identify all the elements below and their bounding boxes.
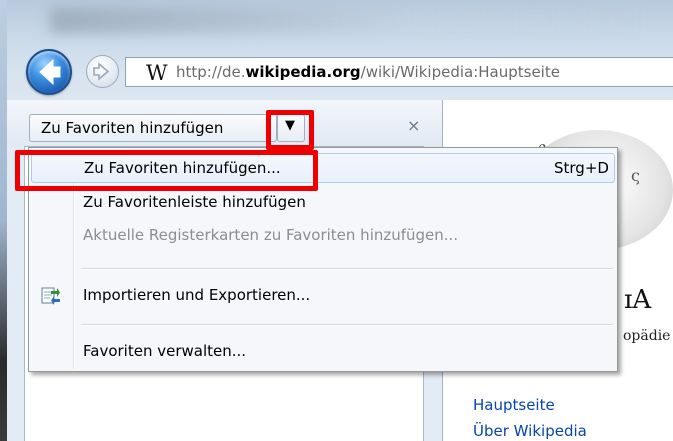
add-to-favorites-label: Zu Favoriten hinzufügen (41, 119, 224, 137)
menu-item-add-tabs-to-favorites: Aktuelle Registerkarten zu Favoriten hin… (31, 221, 615, 251)
menu-item-label: Aktuelle Registerkarten zu Favoriten hin… (83, 226, 459, 244)
url-path: /wiki/Wikipedia:Hauptseite (360, 63, 560, 81)
address-url[interactable]: http://de.wikipedia.org/wiki/Wikipedia:H… (176, 63, 560, 81)
menu-item-import-export[interactable]: Importieren und Exportieren... (31, 281, 615, 311)
nav-link-hauptseite[interactable]: Hauptseite (473, 396, 555, 414)
globe-glyph-3: ς (631, 166, 640, 185)
titlebar-blur (50, 8, 650, 34)
add-to-favorites-button[interactable]: Zu Favoriten hinzufügen (29, 114, 277, 142)
back-arrow-icon (39, 58, 61, 86)
import-export-icon (41, 287, 60, 305)
favorites-toolbar: Zu Favoriten hinzufügen ▼ × (7, 100, 442, 146)
menu-separator (81, 268, 613, 270)
menu-item-label: Favoriten verwalten... (83, 342, 247, 360)
wikipedia-wordmark: ɪA (624, 285, 652, 315)
back-button[interactable] (26, 49, 72, 95)
menu-item-label: Zu Favoritenleiste hinzufügen (83, 193, 306, 211)
menu-item-label: Importieren und Exportieren... (83, 286, 311, 304)
menu-item-shortcut: Strg+D (554, 159, 609, 177)
close-pane-icon[interactable]: × (407, 116, 420, 135)
annotation-box-menu-item (15, 150, 318, 191)
url-domain: wikipedia.org (245, 63, 361, 81)
address-bar[interactable]: W http://de.wikipedia.org/wiki/Wikipedia… (125, 57, 673, 87)
annotation-box-dropdown (266, 110, 314, 150)
wikipedia-site-icon: W (146, 61, 168, 85)
menu-separator (81, 324, 613, 326)
wikipedia-tagline: opädie (623, 328, 671, 344)
forward-button[interactable] (86, 55, 119, 88)
menu-item-manage-favorites[interactable]: Favoriten verwalten... (31, 337, 615, 367)
forward-arrow-icon (93, 62, 110, 81)
menu-item-add-to-favorites-bar[interactable]: Zu Favoritenleiste hinzufügen (31, 188, 615, 218)
window-frame-left (0, 0, 7, 441)
nav-link-ueber-wikipedia[interactable]: Über Wikipedia (473, 422, 587, 440)
url-prefix: http://de. (176, 63, 246, 81)
